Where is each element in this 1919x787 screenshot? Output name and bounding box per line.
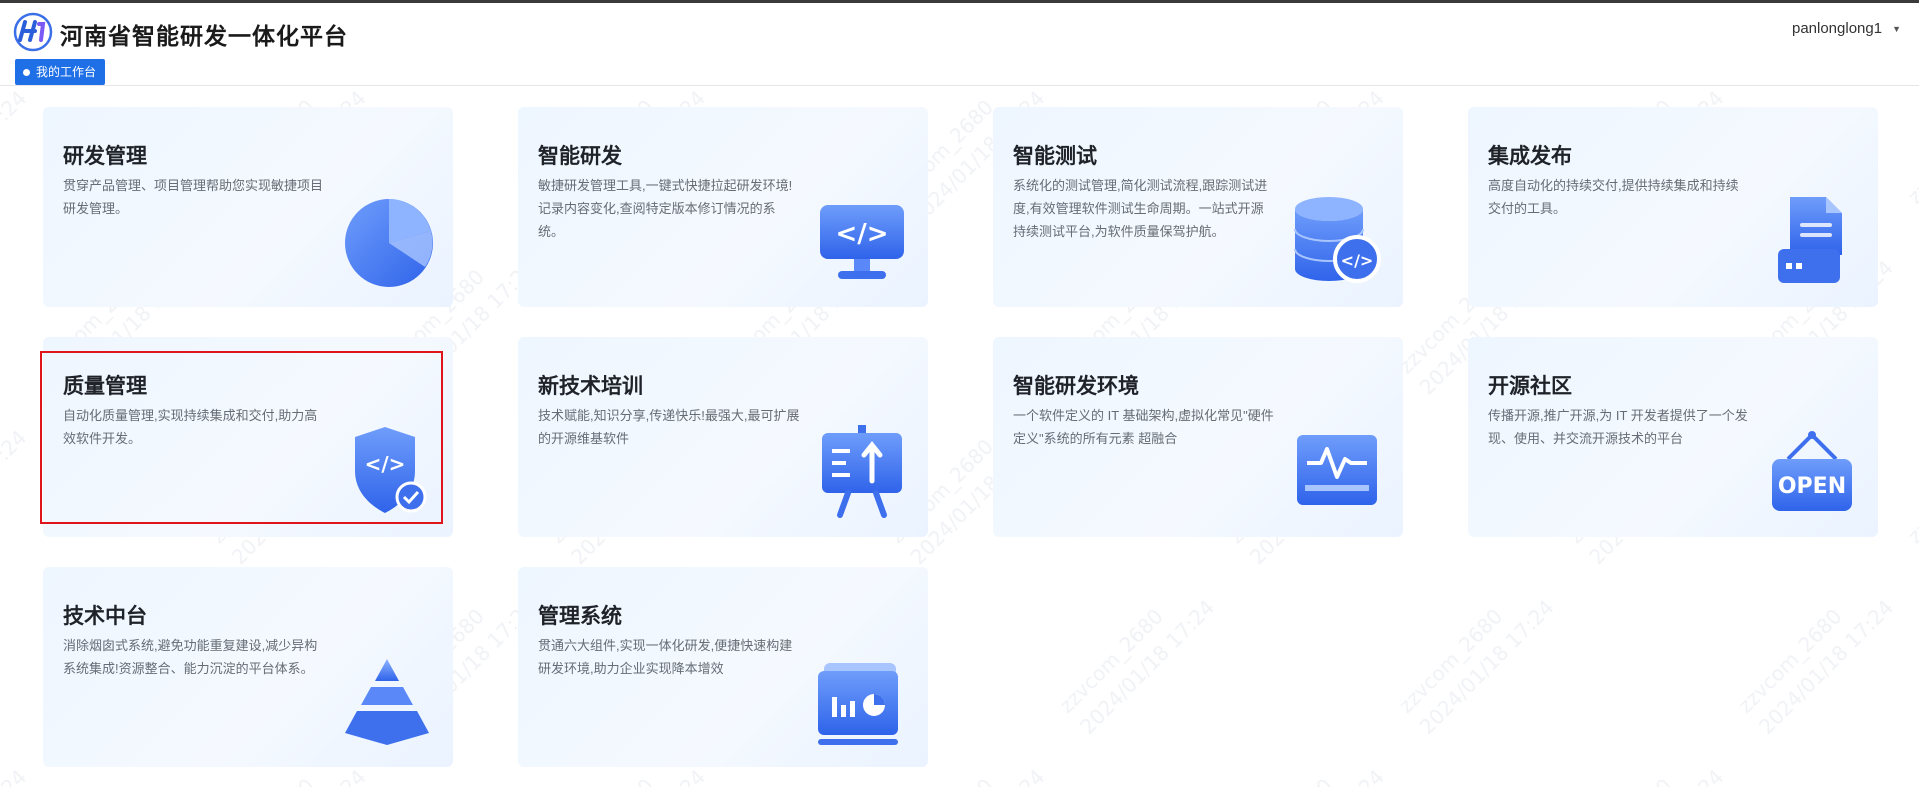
card-new-tech-training[interactable]: 新技术培训 技术赋能,知识分享,传递快乐!最强大,最可扩展的开源维基软件 [518,337,928,537]
card-title: 管理系统 [538,605,622,628]
card-title: 智能研发环境 [1013,375,1139,398]
chevron-down-icon: ▼ [1892,23,1901,34]
card-tech-middle-platform[interactable]: 技术中台 消除烟囱式系统,避免功能重复建设,减少异构系统集成!资源整合、能力沉淀… [43,567,453,767]
card-title: 新技术培训 [538,375,643,398]
card-description: 传播开源,推广开源,为 IT 开发者提供了一个发现、使用、并交流开源技术的平台 [1488,408,1748,446]
svg-text:</>: </> [365,452,406,476]
card-title: 智能研发 [538,145,622,168]
tab-dot-icon [23,68,30,76]
username: panlonglong1 [1791,20,1883,37]
svg-text:</>: </> [835,219,888,249]
card-title: 开源社区 [1488,375,1572,398]
user-menu[interactable]: panlonglong1 ▼ [1792,20,1901,37]
card-description: 高度自动化的持续交付,提供持续集成和持续交付的工具。 [1488,178,1739,216]
dashboard-window-icon [818,663,898,745]
open-sign-label: OPEN [1778,474,1846,499]
shield-code-icon: </> [355,427,427,513]
database-code-icon: </> [1294,197,1381,283]
monitor-pulse-icon [1297,435,1377,505]
card-description: 敏捷研发管理工具,一键式快捷拉起研发环境!记录内容变化,查阅特定版本修订情况的系… [538,178,793,239]
card-title: 集成发布 [1488,145,1572,168]
svg-text:</>: </> [1341,251,1374,270]
tab-label: 我的工作台 [36,65,97,79]
card-quality-management[interactable]: 质量管理 自动化质量管理,实现持续集成和交付,助力高效软件开发。 </> [43,337,453,537]
card-description: 一个软件定义的 IT 基础架构,虚拟化常见"硬件定义"系统的所有元素 超融合 [1013,408,1274,446]
card-title: 质量管理 [63,375,147,398]
presentation-board-icon [822,425,902,518]
card-open-source-community[interactable]: 开源社区 传播开源,推广开源,为 IT 开发者提供了一个发现、使用、并交流开源技… [1468,337,1878,537]
card-description: 技术赋能,知识分享,传递快乐!最强大,最可扩展的开源维基软件 [538,408,800,446]
card-management-system[interactable]: 管理系统 贯通六大组件,实现一体化研发,便捷快速构建研发环境,助力企业实现降本增… [518,567,928,767]
platform-logo-icon [13,12,53,52]
document-server-icon [1778,197,1842,283]
app-title: 河南省智能研发一体化平台 [60,23,348,49]
tab-my-workbench[interactable]: 我的工作台 [15,59,106,85]
open-sign-icon: OPEN [1772,431,1852,511]
card-description: 自动化质量管理,实现持续集成和交付,助力高效软件开发。 [63,408,318,446]
code-monitor-icon: </> [820,205,904,279]
card-title: 技术中台 [63,605,147,628]
pyramid-icon [345,659,429,745]
card-description: 贯通六大组件,实现一体化研发,便捷快速构建研发环境,助力企业实现降本增效 [538,638,793,676]
card-title: 智能测试 [1013,145,1097,168]
card-description: 系统化的测试管理,简化测试流程,跟踪测试进度,有效管理软件测试生命周期。一站式开… [1013,178,1268,239]
card-integration-release[interactable]: 集成发布 高度自动化的持续交付,提供持续集成和持续交付的工具。 [1468,107,1878,307]
app-header: 河南省智能研发一体化平台 我的工作台 panlonglong1 ▼ [0,3,1919,86]
card-description: 贯穿产品管理、项目管理帮助您实现敏捷项目研发管理。 [63,178,324,216]
pie-chart-icon [345,199,433,287]
card-description: 消除烟囱式系统,避免功能重复建设,减少异构系统集成!资源整合、能力沉淀的平台体系… [63,638,318,676]
card-intelligent-rd-environment[interactable]: 智能研发环境 一个软件定义的 IT 基础架构,虚拟化常见"硬件定义"系统的所有元… [993,337,1403,537]
card-intelligent-testing[interactable]: 智能测试 系统化的测试管理,简化测试流程,跟踪测试进度,有效管理软件测试生命周期… [993,107,1403,307]
card-rd-management[interactable]: 研发管理 贯穿产品管理、项目管理帮助您实现敏捷项目研发管理。 [43,107,453,307]
card-intelligent-rd[interactable]: 智能研发 敏捷研发管理工具,一键式快捷拉起研发环境!记录内容变化,查阅特定版本修… [518,107,928,307]
card-title: 研发管理 [63,145,147,168]
